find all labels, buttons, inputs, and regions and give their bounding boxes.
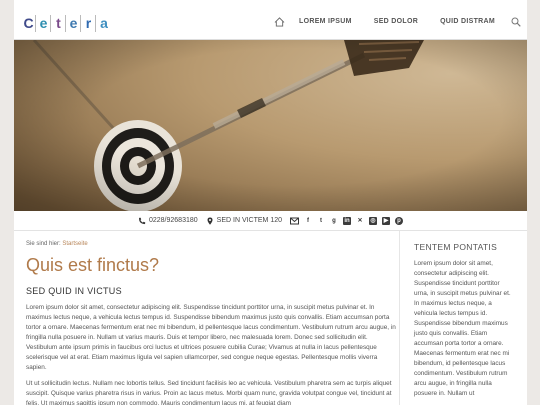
main-content: Sie sind hier: Startseite Quis est finct… — [26, 240, 396, 405]
twitter-icon[interactable]: t — [317, 217, 325, 225]
youtube-icon[interactable]: ▶ — [382, 216, 391, 225]
logo[interactable]: C e t e r a — [22, 15, 111, 35]
google-plus-icon[interactable]: g — [330, 217, 338, 225]
page-title: Quis est finctus? — [26, 255, 160, 275]
body-paragraph: Ut ut sollicitudin lectus. Nullam nec lo… — [26, 380, 392, 405]
social-links: f t g in ✕ ◎ ▶ p — [290, 216, 404, 225]
dartboard-arrow-image — [14, 40, 527, 211]
logo-letter: a — [100, 15, 108, 31]
instagram-icon[interactable]: ◎ — [369, 216, 378, 225]
section-heading: SED QUID IN VICTUS — [26, 286, 122, 296]
location-pin-icon — [207, 217, 213, 225]
facebook-icon[interactable]: f — [304, 217, 312, 225]
contact-bar: 0228/92683180 SED IN VICTEM 120 f t g in… — [14, 211, 527, 231]
sidebar-text: Lorem ipsum dolor sit amet, consectetur … — [414, 260, 511, 397]
phone-icon — [138, 217, 146, 224]
body-paragraph: Lorem ipsum dolor sit amet, consectetur … — [26, 304, 396, 371]
logo-letter: t — [52, 15, 66, 32]
nav-item-quid-distram[interactable]: QUID DISTRAM — [440, 17, 495, 27]
home-icon[interactable] — [274, 17, 285, 27]
breadcrumb-link-home[interactable]: Startseite — [62, 241, 87, 247]
logo-letter: e — [37, 15, 51, 32]
logo-letter: e — [67, 15, 81, 32]
breadcrumb: Sie sind hier: Startseite — [26, 240, 396, 248]
nav-item-lorem-ipsum[interactable]: LOREM IPSUM — [299, 17, 352, 27]
address: SED IN VICTEM 120 — [216, 216, 283, 224]
nav-item-sed-dolor[interactable]: SED DOLOR — [374, 17, 418, 27]
mail-icon[interactable] — [290, 217, 300, 225]
sidebar-title: TENTEM PONTATIS — [414, 242, 498, 252]
main-nav: LOREM IPSUM SED DOLOR QUID DISTRAM — [274, 17, 521, 27]
linkedin-icon[interactable]: in — [343, 216, 352, 225]
xing-icon[interactable]: ✕ — [356, 217, 364, 225]
hero-image — [14, 40, 527, 211]
pinterest-icon[interactable]: p — [395, 216, 404, 225]
site-header: C e t e r a LOREM IPSUM SED DOLOR QUID D… — [14, 0, 527, 40]
logo-letter: r — [82, 15, 96, 32]
sidebar: TENTEM PONTATIS Lorem ipsum dolor sit am… — [399, 231, 527, 405]
logo-letter: C — [22, 15, 36, 32]
breadcrumb-prefix: Sie sind hier: — [26, 241, 61, 247]
search-icon[interactable] — [511, 17, 521, 27]
phone-number[interactable]: 0228/92683180 — [149, 216, 198, 226]
page: C e t e r a LOREM IPSUM SED DOLOR QUID D… — [14, 0, 527, 405]
